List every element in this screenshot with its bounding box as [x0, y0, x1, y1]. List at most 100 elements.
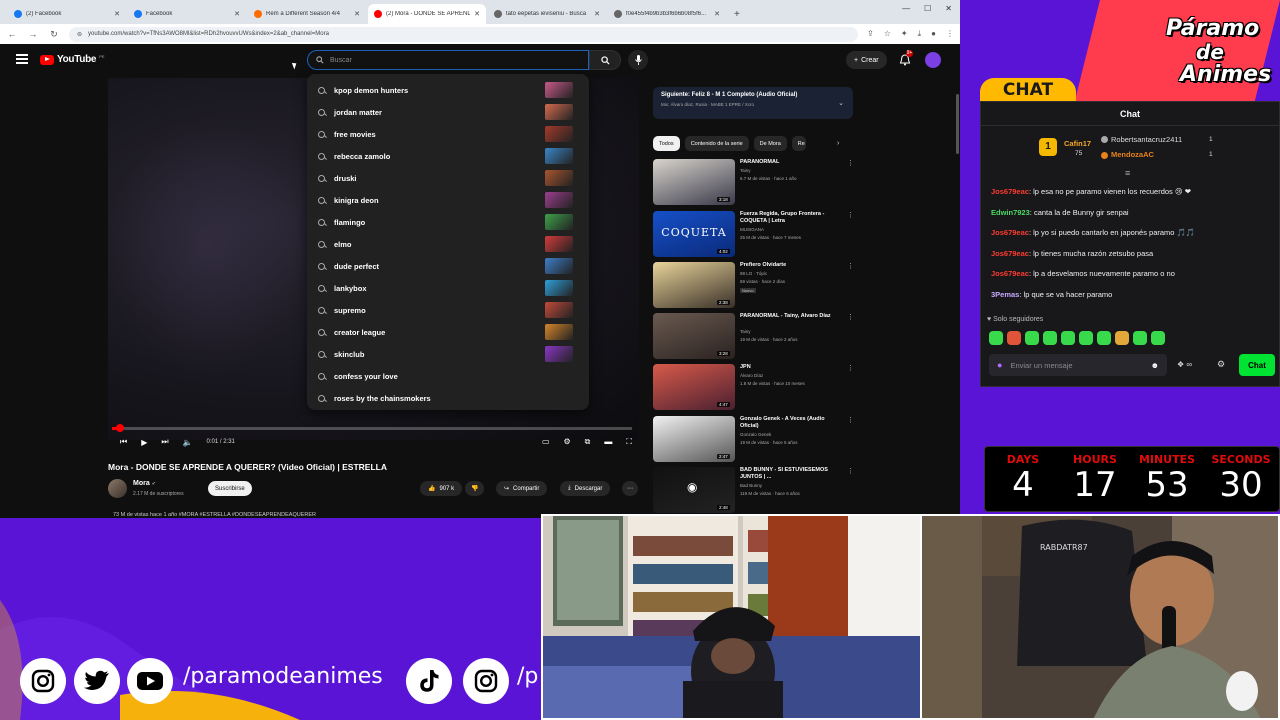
channel-points-display[interactable]: ❖ ∞ [1177, 360, 1192, 369]
emote-icon[interactable] [1043, 331, 1057, 345]
close-icon[interactable]: ✕ [594, 10, 600, 18]
search-suggestion[interactable]: creator league [307, 321, 589, 343]
more-vertical-icon[interactable]: ⋮ [847, 262, 854, 270]
next-up-panel[interactable]: Siguiente: Feliz 8 - M 1 Completo (Audio… [653, 87, 853, 119]
search-suggestion[interactable]: confess your love [307, 365, 589, 387]
emote-icon[interactable] [1133, 331, 1147, 345]
browser-tab[interactable]: Rem a Different Season 4/4 ✕ [248, 4, 366, 24]
search-suggestion[interactable]: flamingo [307, 211, 589, 233]
emote-icon[interactable] [989, 331, 1003, 345]
close-icon[interactable]: ✕ [714, 10, 720, 18]
hamburger-menu-icon[interactable] [16, 54, 28, 64]
leader-name[interactable]: Robertsantacruz2411 [1111, 135, 1182, 144]
miniplayer-icon[interactable]: ⧉ [585, 437, 591, 447]
extensions-icon[interactable]: ✦ [901, 29, 908, 39]
recommended-video[interactable]: 2:47 Gonzalo Genek - A Veces (Audio Ofici… [653, 416, 854, 464]
search-button[interactable] [589, 50, 621, 70]
next-icon[interactable]: ⏭ [161, 437, 168, 447]
chat-username[interactable]: Jos679eac [991, 269, 1029, 278]
new-tab-button[interactable]: + [728, 4, 746, 24]
close-icon[interactable]: ✕ [234, 10, 240, 18]
chip-related[interactable]: Re [791, 136, 806, 151]
download-button[interactable]: ⤓ Descargar [560, 481, 611, 496]
close-icon[interactable]: ✕ [474, 10, 480, 18]
recommended-video[interactable]: 2:48 BAD BUNNY - SI ESTUVIÉSEMOS JUNTOS |… [653, 467, 854, 515]
instagram-icon[interactable] [463, 658, 509, 704]
search-suggestion[interactable]: kpop demon hunters [307, 79, 589, 101]
instagram-icon[interactable] [20, 658, 66, 704]
emote-icon[interactable] [1097, 331, 1111, 345]
share-button[interactable]: ↪ Compartir [496, 481, 548, 496]
search-suggestion[interactable]: roses by the chainsmokers [307, 387, 589, 409]
youtube-social-icon[interactable] [127, 658, 173, 704]
browser-tab[interactable]: tato eepetas ieviseniu - Busca ✕ [488, 4, 606, 24]
video-progress-bar[interactable] [112, 424, 632, 432]
chat-message-input[interactable] [1010, 360, 1143, 370]
emote-icon[interactable] [1007, 331, 1021, 345]
close-icon[interactable]: ✕ [354, 10, 360, 18]
search-suggestion[interactable]: elmo [307, 233, 589, 255]
search-suggestion[interactable]: lankybox [307, 277, 589, 299]
bookmark-icon[interactable]: ☆ [884, 29, 891, 39]
search-suggestion[interactable]: rebecca zamolo [307, 145, 589, 167]
channel-name[interactable]: Mora ✔ [133, 480, 156, 487]
search-suggestion[interactable]: kinigra deon [307, 189, 589, 211]
volume-icon[interactable]: 🔈 [183, 438, 193, 447]
captions-icon[interactable]: ▭ [542, 437, 550, 447]
leader-name[interactable]: MendozaAC [1111, 150, 1154, 159]
recommended-video[interactable]: 4:47 JPN Álvaro Díaz 1.8 M de vistas · hace… [653, 364, 854, 412]
dislike-button[interactable]: 👎 [465, 481, 485, 496]
more-vertical-icon[interactable]: ⋮ [847, 467, 854, 475]
forward-button[interactable]: → [27, 29, 39, 39]
search-suggestion[interactable]: supremo [307, 299, 589, 321]
settings-gear-icon[interactable]: ⚙ [564, 437, 571, 447]
site-info-icon[interactable]: ⊜ [77, 31, 82, 38]
recommended-video[interactable]: 3:18 PARANORMAL Tainy 6.7 M de vistas · hac… [653, 159, 854, 207]
chat-username[interactable]: Jos679eac [991, 228, 1029, 237]
subscribe-button[interactable]: Suscribirse [208, 481, 252, 496]
browser-tab-active[interactable]: (2) Mora - DONDE SE APRENDE ✕ [368, 4, 486, 24]
browser-tab[interactable]: Facebook ✕ [128, 4, 246, 24]
emote-icon[interactable] [1151, 331, 1165, 345]
back-button[interactable]: ← [6, 29, 18, 39]
more-vertical-icon[interactable]: ⋮ [847, 364, 854, 372]
search-input[interactable] [330, 56, 588, 64]
emoji-icon[interactable]: ☻ [1151, 361, 1159, 370]
recommended-video[interactable]: COQUETA 4:02 Fuerza Regida, Grupo Frontera… [653, 211, 854, 259]
chat-username[interactable]: 3Pemas [991, 290, 1019, 299]
search-suggestion[interactable]: skinclub [307, 343, 589, 365]
microphone-icon[interactable]: ● [997, 360, 1002, 370]
more-vertical-icon[interactable]: ⋮ [847, 416, 854, 424]
chevron-down-icon[interactable]: ⌄ [838, 99, 844, 107]
more-vertical-icon[interactable]: ⋮ [847, 313, 854, 321]
close-window-button[interactable]: ✕ [945, 4, 952, 13]
search-suggestion[interactable]: jordan matter [307, 101, 589, 123]
close-icon[interactable]: ✕ [114, 10, 120, 18]
search-suggestion[interactable]: dude perfect [307, 255, 589, 277]
address-bar[interactable]: ⊜ youtube.com/watch?v=TfNs3AWO8Ml&list=R… [69, 26, 859, 42]
chat-send-button[interactable]: Chat [1239, 354, 1275, 376]
leader-name[interactable]: Cafin17 [1064, 139, 1091, 148]
browser-tab[interactable]: f0e455f4b9b3b3f6b6b08f5f6... ✕ [608, 4, 726, 24]
search-suggestion[interactable]: free movies [307, 123, 589, 145]
tiktok-icon[interactable] [406, 658, 452, 704]
chat-settings-gear-icon[interactable]: ⚙ [1217, 359, 1225, 370]
play-icon[interactable]: ▶ [141, 438, 147, 447]
more-vertical-icon[interactable]: ⋮ [847, 211, 854, 219]
voice-search-button[interactable] [628, 50, 648, 70]
youtube-logo[interactable]: YouTube PE [40, 54, 105, 65]
chevron-right-icon[interactable]: › [837, 140, 839, 147]
search-suggestion[interactable]: druski [307, 167, 589, 189]
create-button[interactable]: + Crear [846, 51, 887, 69]
chat-username[interactable]: Edwin7923 [991, 208, 1030, 217]
search-box[interactable] [307, 50, 589, 70]
like-button[interactable]: 👍 907 k [420, 481, 463, 496]
more-vertical-icon[interactable]: ⋮ [847, 159, 854, 167]
chip-series[interactable]: Contenido de la serie [684, 136, 749, 151]
twitter-icon[interactable] [74, 658, 120, 704]
theater-mode-icon[interactable]: ▬ [604, 437, 612, 447]
more-actions-button[interactable]: ⋯ [622, 481, 638, 496]
chat-input-box[interactable]: ● ☻ [989, 354, 1167, 376]
page-scrollbar[interactable] [956, 94, 959, 154]
fullscreen-icon[interactable]: ⛶ [626, 437, 632, 447]
